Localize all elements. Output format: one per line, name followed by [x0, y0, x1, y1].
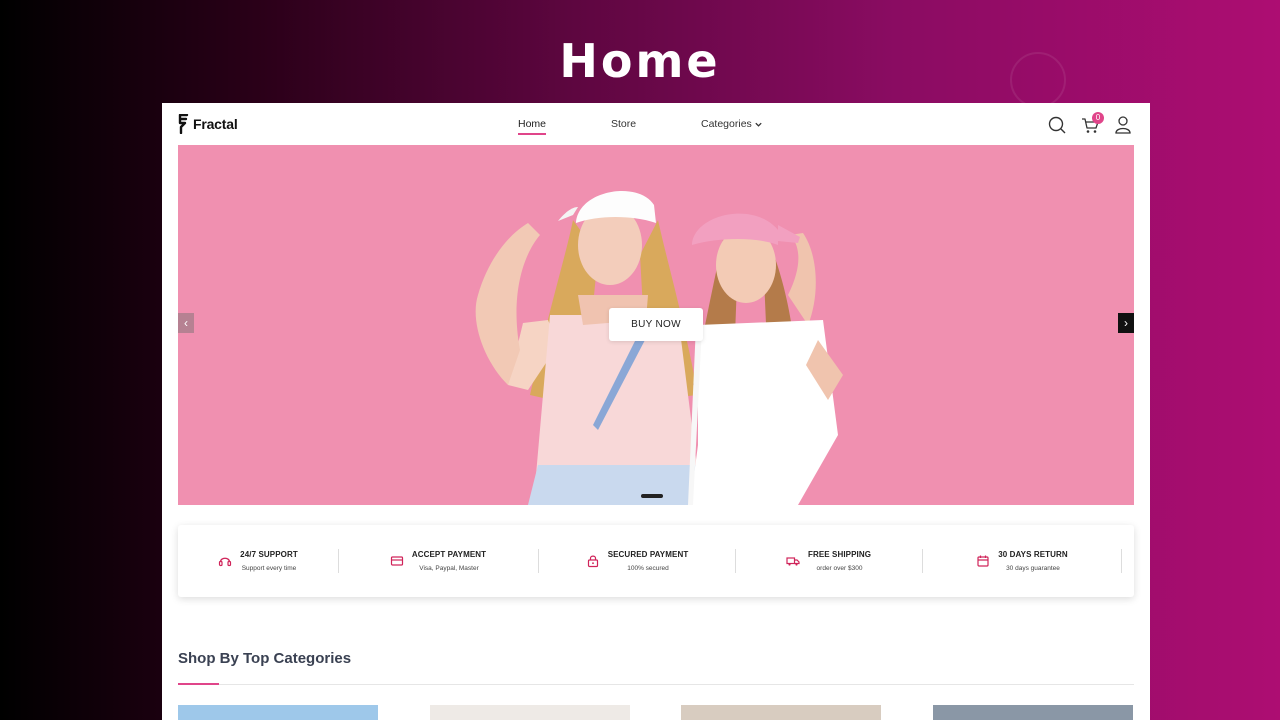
- app-window: Fractal Home Store Categories 0 BUY NOW …: [162, 103, 1150, 720]
- category-thumbnail[interactable]: [178, 705, 378, 720]
- feature-title: SECURED PAYMENT: [607, 550, 689, 559]
- section-accent-bar: [178, 683, 219, 685]
- lock-icon: [587, 555, 598, 568]
- feature-subtitle: Visa, Paypal, Master: [419, 565, 479, 572]
- nav-home[interactable]: Home: [518, 118, 546, 130]
- chevron-down-icon: [755, 122, 762, 127]
- decorative-clock-icon: [1010, 52, 1066, 108]
- slide-indicator[interactable]: [641, 494, 663, 498]
- feature-divider: [1121, 549, 1122, 573]
- nav-home-label: Home: [518, 118, 547, 130]
- section-divider: [178, 684, 1134, 685]
- hero-banner: BUY NOW ‹ ›: [178, 145, 1134, 505]
- buy-now-button[interactable]: BUY NOW: [609, 308, 703, 341]
- feature-shipping: FREE SHIPPING order over $300: [735, 525, 922, 597]
- feature-title: 30 DAYS RETURN: [998, 550, 1068, 559]
- feature-payment: ACCEPT PAYMENT Visa, Paypal, Master: [338, 525, 538, 597]
- category-thumbnail[interactable]: [430, 705, 630, 720]
- truck-icon: [786, 557, 800, 566]
- credit-card-icon: [390, 556, 403, 566]
- nav-store[interactable]: Store: [611, 118, 636, 130]
- hero-next-arrow[interactable]: ›: [1118, 313, 1134, 333]
- nav-store-label: Store: [611, 118, 637, 130]
- feature-subtitle: 30 days guarantee: [1006, 565, 1060, 572]
- category-thumbnail[interactable]: [933, 705, 1133, 720]
- feature-subtitle: order over $300: [816, 565, 863, 572]
- feature-title: FREE SHIPPING: [807, 550, 872, 559]
- hero-prev-arrow[interactable]: ‹: [178, 313, 194, 333]
- feature-return: 30 DAYS RETURN 30 days guarantee: [922, 525, 1122, 597]
- category-thumbnail[interactable]: [681, 705, 881, 720]
- feature-title: ACCEPT PAYMENT: [411, 550, 487, 559]
- brand-logo[interactable]: Fractal: [177, 114, 238, 134]
- nav-categories-label: Categories: [701, 118, 752, 130]
- feature-title: 24/7 SUPPORT: [240, 550, 298, 559]
- feature-support: 24/7 SUPPORT Support every time: [178, 525, 338, 597]
- navbar: Fractal Home Store Categories 0: [162, 103, 1150, 145]
- page-heading: Home: [559, 34, 721, 88]
- feature-secured: SECURED PAYMENT 100% secured: [538, 525, 736, 597]
- user-icon[interactable]: [1112, 114, 1134, 136]
- fractal-logo-icon: [178, 114, 189, 134]
- nav-active-indicator: [518, 133, 546, 135]
- nav-categories[interactable]: Categories: [701, 118, 763, 130]
- calendar-icon: [977, 555, 989, 567]
- search-icon[interactable]: [1046, 114, 1068, 136]
- features-strip: 24/7 SUPPORT Support every time ACCEPT P…: [178, 525, 1134, 597]
- feature-subtitle: Support every time: [241, 565, 297, 572]
- cart-count-badge: 0: [1092, 112, 1104, 124]
- brand-name: Fractal: [193, 116, 238, 132]
- section-title: Shop By Top Categories: [178, 650, 352, 667]
- headset-icon: [219, 557, 232, 567]
- feature-subtitle: 100% secured: [627, 565, 669, 572]
